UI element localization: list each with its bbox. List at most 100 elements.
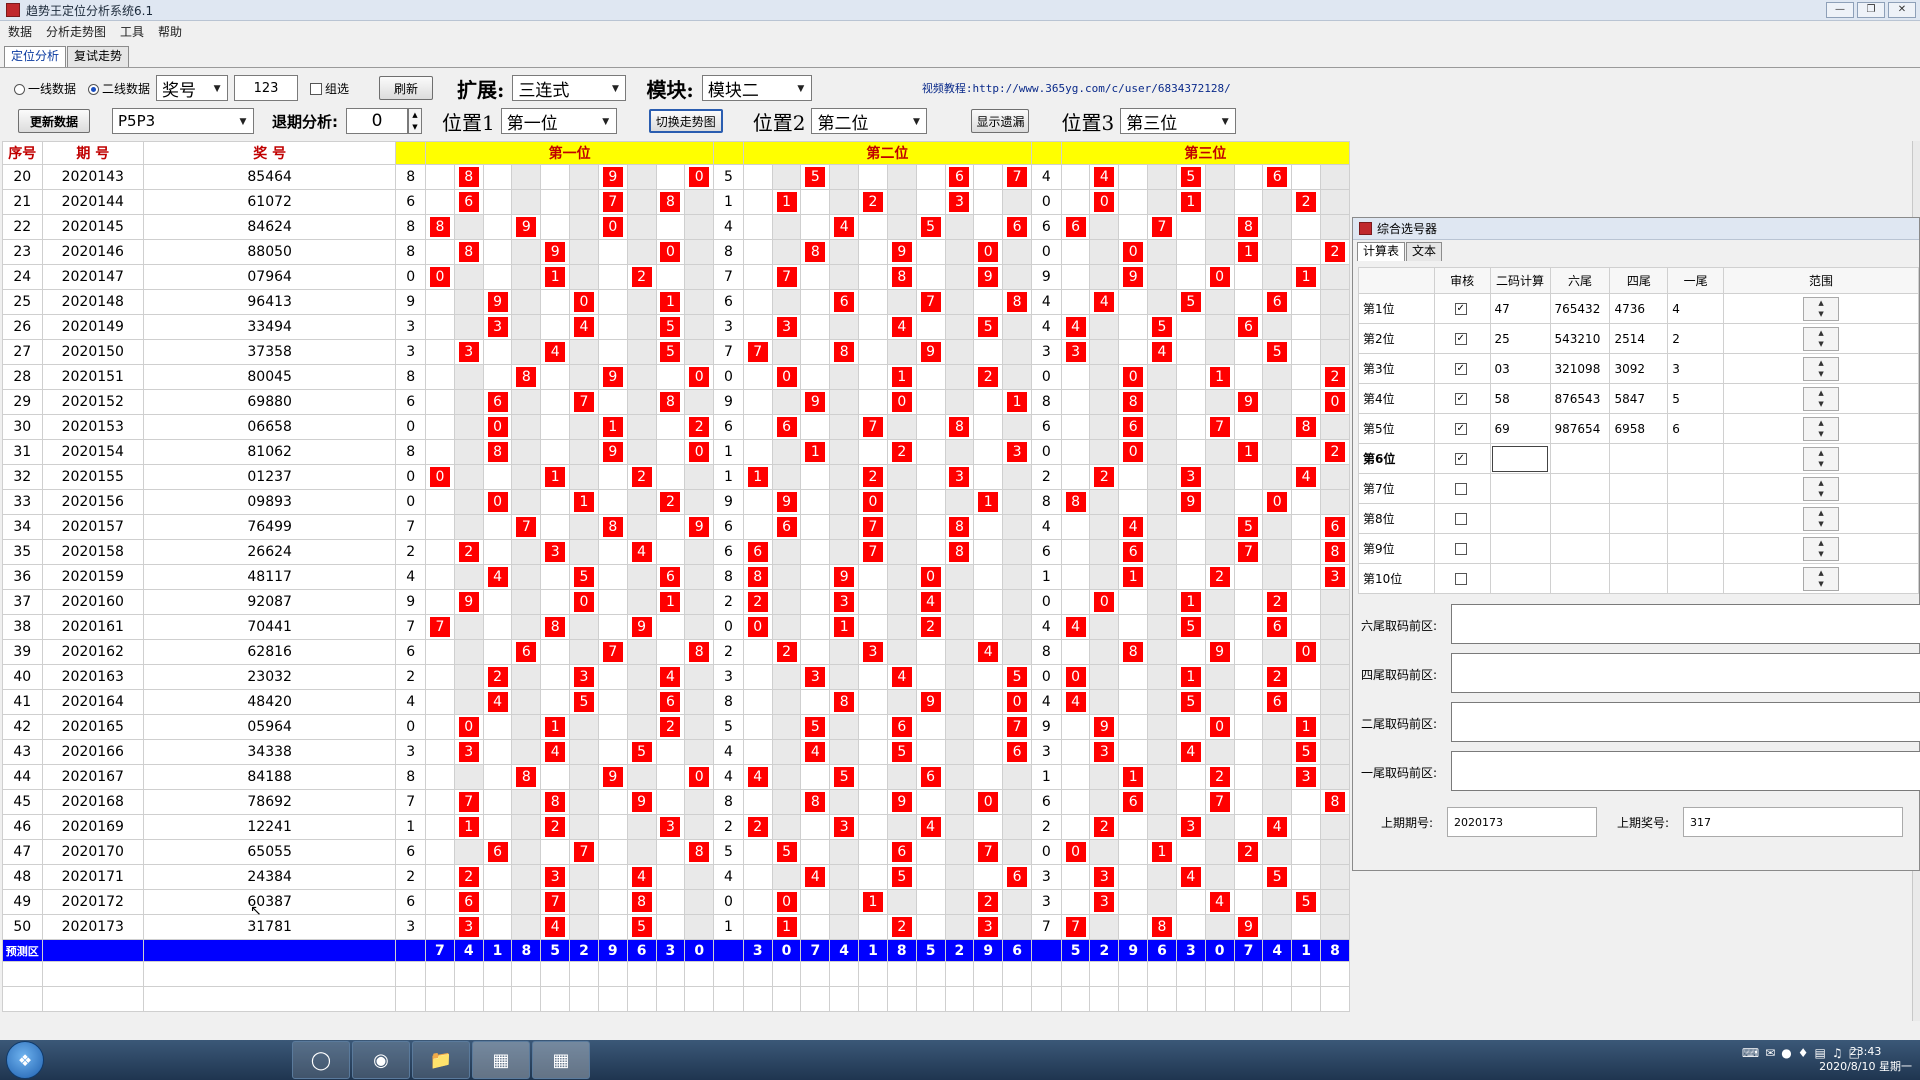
two-code-value[interactable]: [1489, 533, 1551, 564]
four-tail-value[interactable]: [1609, 533, 1669, 564]
range-cell[interactable]: ▲ ▼: [1723, 383, 1919, 414]
review-checkbox-cell[interactable]: [1433, 533, 1491, 564]
six-tail-value[interactable]: [1549, 443, 1611, 474]
review-checkbox-cell[interactable]: ✓: [1433, 383, 1491, 414]
one-tail-value[interactable]: 6: [1667, 413, 1725, 444]
qq-icon[interactable]: ●: [1781, 1046, 1791, 1060]
position1-select[interactable]: 第一位 ▼: [500, 108, 617, 134]
checkbox-icon[interactable]: [1454, 483, 1467, 495]
checkbox-icon[interactable]: ✓: [1454, 423, 1467, 435]
update-data-button[interactable]: 更新数据: [18, 109, 90, 133]
two-code-value[interactable]: 25: [1489, 323, 1551, 354]
refresh-button[interactable]: 刷新: [379, 76, 434, 100]
six-tail-value[interactable]: 543210: [1549, 323, 1611, 354]
six-tail-value[interactable]: 321098: [1549, 353, 1611, 384]
expand-select[interactable]: 三连式 ▼: [512, 75, 627, 101]
range-cell[interactable]: ▲ ▼: [1723, 503, 1919, 534]
radio-two-line[interactable]: 二线数据: [88, 80, 150, 97]
checkbox-icon[interactable]: ✓: [1454, 393, 1467, 405]
six-tail-area-input[interactable]: [1451, 604, 1920, 644]
two-code-value[interactable]: 58: [1489, 383, 1551, 414]
one-tail-area-input[interactable]: [1451, 751, 1920, 791]
active-edit-box[interactable]: [1492, 445, 1549, 472]
one-tail-value[interactable]: [1667, 533, 1725, 564]
range-cell[interactable]: ▲ ▼: [1723, 323, 1919, 354]
last-prize-input[interactable]: 317: [1683, 807, 1903, 837]
checkbox-icon[interactable]: [1454, 573, 1467, 585]
chrome-browser-icon[interactable]: ◉: [352, 1041, 410, 1079]
four-tail-value[interactable]: [1609, 563, 1669, 594]
chat-icon[interactable]: ✉: [1765, 1046, 1775, 1060]
range-cell[interactable]: ▲ ▼: [1723, 533, 1919, 564]
review-checkbox-cell[interactable]: [1433, 563, 1491, 594]
menu-help[interactable]: 帮助: [158, 23, 182, 40]
video-link[interactable]: http://www.365yg.com/c/user/6834372128/: [972, 82, 1230, 95]
two-code-value[interactable]: [1489, 503, 1551, 534]
two-code-value[interactable]: 69: [1489, 413, 1551, 444]
checkbox-icon[interactable]: ✓: [1454, 453, 1467, 465]
last-period-input[interactable]: 2020173: [1447, 807, 1597, 837]
two-tail-area-input[interactable]: [1451, 702, 1920, 742]
range-cell[interactable]: ▲ ▼: [1723, 473, 1919, 504]
four-tail-value[interactable]: [1609, 473, 1669, 504]
review-checkbox-cell[interactable]: ✓: [1433, 293, 1491, 324]
range-cell[interactable]: ▲ ▼: [1723, 413, 1919, 444]
menu-tools[interactable]: 工具: [120, 23, 144, 40]
four-tail-value[interactable]: [1609, 443, 1669, 474]
four-tail-value[interactable]: 5847: [1609, 383, 1669, 414]
six-tail-value[interactable]: 876543: [1549, 383, 1611, 414]
review-checkbox-cell[interactable]: ✓: [1433, 443, 1491, 474]
review-checkbox-cell[interactable]: ✓: [1433, 323, 1491, 354]
four-tail-value[interactable]: 6958: [1609, 413, 1669, 444]
one-tail-value[interactable]: [1667, 563, 1725, 594]
radio-one-line[interactable]: 一线数据: [14, 80, 76, 97]
range-spinner-icon[interactable]: ▲ ▼: [1803, 386, 1840, 411]
field-select[interactable]: 奖号 ▼: [156, 75, 229, 101]
checkbox-icon[interactable]: ✓: [1454, 363, 1467, 375]
four-tail-value[interactable]: [1609, 503, 1669, 534]
checkbox-icon[interactable]: ✓: [1454, 303, 1467, 315]
trend-app-icon[interactable]: ▦: [472, 1041, 530, 1079]
range-spinner-icon[interactable]: ▲ ▼: [1803, 356, 1840, 381]
four-tail-value[interactable]: 3092: [1609, 353, 1669, 384]
minimize-button[interactable]: —: [1826, 2, 1854, 18]
one-tail-value[interactable]: [1667, 443, 1725, 474]
tab-retest-trend[interactable]: 复试走势: [67, 46, 130, 67]
position3-select[interactable]: 第三位 ▼: [1120, 108, 1237, 134]
four-tail-value[interactable]: 4736: [1609, 293, 1669, 324]
six-tail-value[interactable]: 765432: [1549, 293, 1611, 324]
one-tail-value[interactable]: 5: [1667, 383, 1725, 414]
number-input[interactable]: 123: [234, 75, 299, 101]
six-tail-value[interactable]: [1549, 473, 1611, 504]
position2-select[interactable]: 第二位 ▼: [811, 108, 928, 134]
back-period-input[interactable]: 0: [346, 108, 408, 134]
four-tail-area-input[interactable]: [1451, 653, 1920, 693]
file-explorer-icon[interactable]: 📁: [412, 1041, 470, 1079]
module-select[interactable]: 模块二 ▼: [701, 75, 812, 101]
tab-position-analysis[interactable]: 定位分析: [4, 46, 67, 67]
six-tail-value[interactable]: [1549, 503, 1611, 534]
security-icon[interactable]: ♦: [1798, 1046, 1809, 1060]
tab-calc-table[interactable]: 计算表: [1357, 242, 1406, 261]
one-tail-value[interactable]: [1667, 503, 1725, 534]
checkbox-icon[interactable]: [1454, 543, 1467, 555]
lottery-select[interactable]: P5P3 ▼: [112, 108, 254, 134]
checkbox-icon[interactable]: ✓: [1454, 333, 1467, 345]
one-tail-value[interactable]: 4: [1667, 293, 1725, 324]
two-code-value[interactable]: 03: [1489, 353, 1551, 384]
range-spinner-icon[interactable]: ▲ ▼: [1803, 566, 1840, 591]
switch-trend-button[interactable]: 切换走势图: [648, 109, 723, 133]
show-omit-button[interactable]: 显示遗漏: [971, 109, 1030, 133]
trend-app-second-icon[interactable]: ▦: [532, 1041, 590, 1079]
range-cell[interactable]: ▲ ▼: [1723, 563, 1919, 594]
group-checkbox[interactable]: 组选: [310, 80, 349, 97]
close-button[interactable]: ✕: [1888, 2, 1916, 18]
review-checkbox-cell[interactable]: [1433, 473, 1491, 504]
range-spinner-icon[interactable]: ▲ ▼: [1803, 416, 1840, 441]
two-code-value[interactable]: 47: [1489, 293, 1551, 324]
review-checkbox-cell[interactable]: [1433, 503, 1491, 534]
range-spinner-icon[interactable]: ▲ ▼: [1803, 536, 1840, 561]
review-checkbox-cell[interactable]: ✓: [1433, 413, 1491, 444]
two-code-value[interactable]: [1489, 443, 1551, 474]
six-tail-value[interactable]: [1549, 563, 1611, 594]
